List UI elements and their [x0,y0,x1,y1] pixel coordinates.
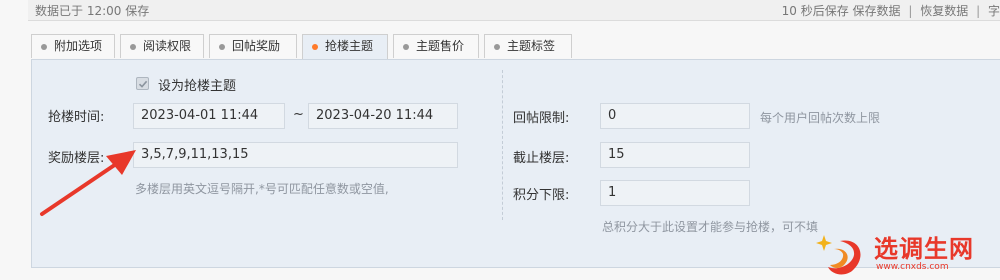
watermark-text: 选调生网 [874,235,974,263]
sparkle-swoosh-icon [816,235,861,275]
watermark-url: www.cnxds.com [876,262,949,272]
watermark-logo: 选调生网 www.cnxds.com [810,225,1000,280]
